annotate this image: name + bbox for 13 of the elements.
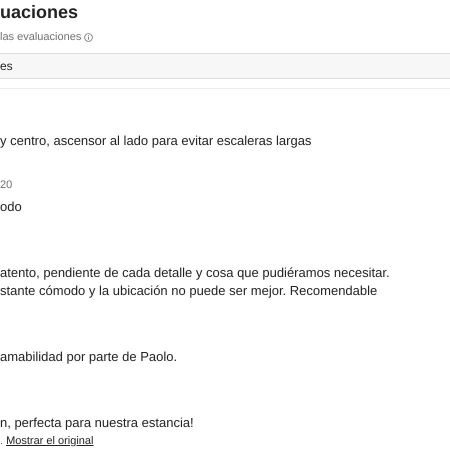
- show-original-link[interactable]: Mostrar el original: [6, 432, 94, 450]
- review-text: atento, pendiente de cada detalle y cosa que pudiéramos necesitar.: [0, 264, 391, 282]
- section-title: uaciones: [0, 2, 80, 22]
- review-text: amabilidad por parte de Paolo.: [0, 348, 178, 366]
- translation-note: .: [0, 434, 4, 449]
- review-date: 20: [0, 178, 14, 193]
- review-text: stante cómodo y la ubicación no puede ser mejor. Recomendable: [0, 282, 378, 300]
- review-text: n, perfecta para nuestra estancia!: [0, 414, 195, 432]
- review-text: y centro, ascensor al lado para evitar escaleras largas: [0, 132, 312, 150]
- search-field[interactable]: es: [0, 53, 450, 79]
- review-text: odo: [0, 198, 23, 216]
- subtitle: las evaluaciones: [0, 30, 82, 44]
- info-icon[interactable]: [84, 32, 94, 42]
